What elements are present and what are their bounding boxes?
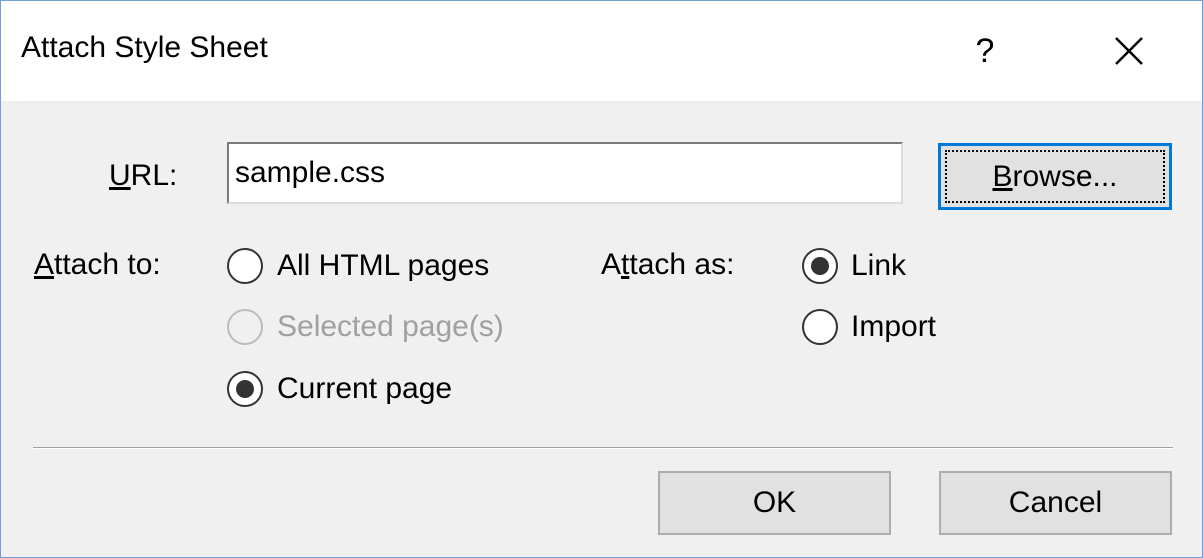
cancel-button[interactable]: Cancel	[939, 471, 1172, 535]
help-button[interactable]: ?	[955, 21, 1015, 81]
radio-current-page[interactable]	[225, 369, 265, 409]
close-button[interactable]	[1099, 21, 1159, 81]
radio-unchecked-icon	[227, 248, 263, 284]
url-label: URL:	[109, 159, 178, 192]
browse-button[interactable]: Browse...	[938, 143, 1172, 210]
radio-checked-icon	[802, 248, 838, 284]
radio-import[interactable]	[800, 307, 840, 347]
radio-label-all-html-pages: All HTML pages	[277, 249, 490, 282]
radio-label-current-page: Current page	[277, 372, 453, 405]
radio-label-link: Link	[851, 249, 907, 282]
attach-to-label: Attach to:	[34, 248, 161, 281]
radio-unchecked-icon	[802, 309, 838, 345]
url-input[interactable]	[227, 142, 903, 204]
title-bar: Attach Style Sheet ?	[1, 1, 1202, 101]
radio-selected-pages	[225, 307, 265, 347]
radio-label-selected-pages: Selected page(s)	[277, 310, 504, 343]
ok-button[interactable]: OK	[658, 471, 891, 535]
attach-as-label: Attach as:	[601, 248, 735, 281]
radio-label-import: Import	[851, 310, 937, 343]
radio-disabled-icon	[227, 309, 263, 345]
separator	[33, 447, 1173, 449]
dialog-title: Attach Style Sheet	[21, 31, 268, 64]
attach-style-sheet-dialog: Attach Style Sheet ? URL: Browse... Atta…	[0, 0, 1203, 558]
radio-checked-icon	[227, 371, 263, 407]
radio-link[interactable]	[800, 246, 840, 286]
radio-all-html-pages[interactable]	[225, 246, 265, 286]
close-icon	[1115, 37, 1143, 65]
